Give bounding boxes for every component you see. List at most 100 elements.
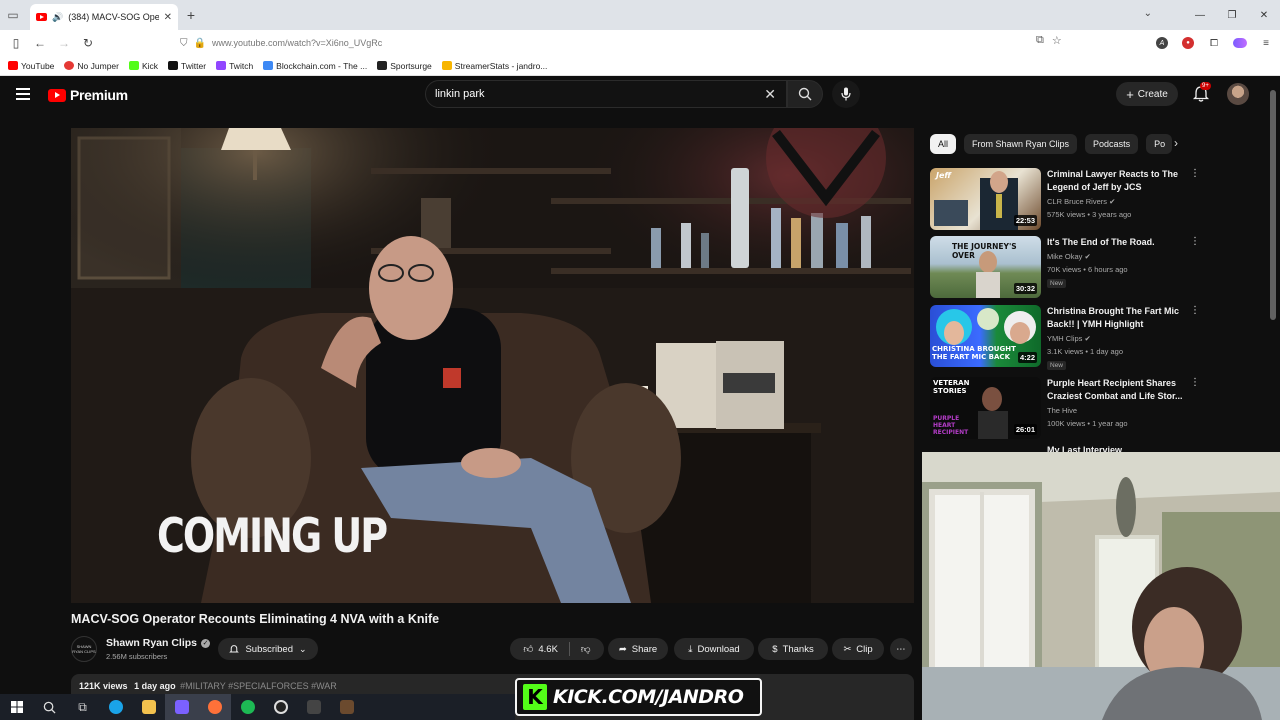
recommendation-thumbnail[interactable]: VETERAN STORIES PURPLE HEART RECIPIENT 2… [930, 377, 1041, 439]
like-divider [568, 642, 570, 656]
taskbar-search-icon[interactable] [33, 694, 66, 720]
page-scrollbar[interactable] [1270, 90, 1276, 320]
lock-icon[interactable]: 🔒 [194, 38, 206, 49]
profile-extension-icon[interactable]: A [1152, 33, 1172, 53]
recommendation-title[interactable]: It's The End of The Road. [1047, 236, 1185, 249]
clear-search-icon[interactable]: ✕ [764, 86, 776, 103]
bookmark-streamerstats[interactable]: StreamerStats - jandro... [441, 61, 547, 71]
edge-app-icon[interactable] [99, 694, 132, 720]
bookmark-no-jumper[interactable]: No Jumper [64, 61, 119, 71]
firefox-app-icon[interactable] [198, 694, 231, 720]
hashtags[interactable]: #MILITARY #SPECIALFORCES #WAR [180, 681, 337, 691]
recommendation-thumbnail[interactable]: CHRISTINA BROUGHT THE FART MIC BACK 4:22 [930, 305, 1041, 367]
tab-close-icon[interactable]: ✕ [164, 12, 172, 23]
menu-icon[interactable] [16, 88, 30, 103]
browser-tab-active[interactable]: 🔊 (384) MACV-SOG Operator ✕ [30, 4, 178, 30]
video-player[interactable]: COMING UP [71, 128, 914, 603]
sportsurge-bookmark-icon [377, 61, 388, 70]
chip-partial[interactable]: Po [1146, 134, 1173, 154]
create-label: Create [1137, 88, 1168, 100]
chip-podcasts[interactable]: Podcasts [1085, 134, 1139, 154]
chip-from-channel[interactable]: From Shawn Ryan Clips [964, 134, 1078, 154]
rl-app-icon[interactable] [330, 694, 363, 720]
recommendation-item[interactable]: CHRISTINA BROUGHT THE FART MIC BACK 4:22… [930, 305, 1200, 370]
bookmark-twitch[interactable]: Twitch [216, 61, 253, 71]
file-explorer-icon[interactable] [132, 694, 165, 720]
tab-actions-icon[interactable]: ▭ [0, 0, 26, 30]
recommendation-stats: 70K views • 6 hours ago [1047, 265, 1128, 274]
recommendation-item[interactable]: VETERAN STORIES PURPLE HEART RECIPIENT 2… [930, 377, 1200, 441]
tracking-shield-icon[interactable]: ⛉ [180, 38, 188, 49]
recommendation-title[interactable]: Christina Brought The Fart Mic Back!! | … [1047, 305, 1185, 331]
subscribed-button[interactable]: Subscribed ⌄ [218, 638, 318, 660]
extensions-puzzle-icon[interactable]: ⧠ [1204, 33, 1224, 53]
download-button[interactable]: ⤓ Download [674, 638, 754, 660]
obs-app-icon[interactable] [264, 694, 297, 720]
chevron-down-icon: ⌄ [298, 643, 307, 654]
bookmark-youtube[interactable]: YouTube [8, 61, 54, 71]
more-vertical-icon[interactable]: ⋮ [1190, 305, 1200, 316]
download-label: Download [697, 643, 740, 655]
like-button[interactable]: 👍︎ 4.6K [523, 643, 557, 656]
account-avatar[interactable] [1227, 83, 1249, 105]
bookmark-kick[interactable]: Kick [128, 61, 158, 71]
recommendation-title[interactable]: Criminal Lawyer Reacts to The Legend of … [1047, 168, 1185, 194]
refresh-button[interactable]: ↻ [76, 30, 100, 56]
more-vertical-icon[interactable]: ⋮ [1190, 377, 1200, 388]
kick-bookmark-icon [128, 61, 139, 70]
favorite-star-icon[interactable]: ☆ [1052, 34, 1062, 47]
thanks-button[interactable]: $ Thanks [758, 638, 828, 660]
chip-all[interactable]: All [930, 134, 957, 154]
bookmark-sportsurge[interactable]: Sportsurge [377, 61, 432, 71]
search-input[interactable]: linkin park ✕ [425, 80, 787, 108]
sidebar-toggle-icon[interactable]: ▯ [4, 30, 28, 56]
clip-button[interactable]: ✂ Clip [832, 638, 884, 660]
bookmark-twitter[interactable]: Twitter [168, 61, 206, 71]
channel-name-row[interactable]: Shawn Ryan Clips ✓ [106, 637, 211, 649]
x-app-icon[interactable] [297, 694, 330, 720]
tab-search-chevron-icon[interactable]: ⌄ [1144, 8, 1152, 19]
thumbs-down-icon: 👎︎ [580, 644, 591, 655]
more-vertical-icon[interactable]: ⋮ [1190, 168, 1200, 179]
chips-next-arrow-icon[interactable]: › [1174, 136, 1178, 150]
start-button[interactable] [0, 694, 33, 720]
minimize-button[interactable]: — [1184, 0, 1216, 30]
recommendation-channel[interactable]: The Hive [1047, 405, 1077, 416]
forward-button[interactable]: → [52, 30, 76, 56]
search-button[interactable] [787, 80, 823, 108]
task-view-icon[interactable]: ⧉ [66, 694, 99, 720]
more-actions-button[interactable]: ⋯ [890, 638, 912, 660]
channel-avatar[interactable]: SHAWN RYAN CLIPS [71, 636, 97, 662]
more-vertical-icon[interactable]: ⋮ [1190, 236, 1200, 247]
share-button[interactable]: ➦ Share [608, 638, 668, 660]
voice-search-button[interactable] [832, 80, 860, 108]
recommendation-item[interactable]: THE JOURNEY'S OVER 30:32 It's The End of… [930, 236, 1200, 300]
adblock-extension-icon[interactable]: ● [1178, 33, 1198, 53]
recommendation-channel[interactable]: Mike Okay ✔ [1047, 251, 1091, 262]
discord-app-icon[interactable] [165, 694, 198, 720]
close-window-button[interactable]: ✕ [1248, 0, 1280, 30]
youtube-bookmark-icon [8, 61, 18, 70]
immersive-reader-icon[interactable]: ⧉ [1036, 34, 1044, 47]
no-jumper-bookmark-icon [64, 61, 75, 70]
back-button[interactable]: ← [28, 30, 52, 56]
recommendation-channel[interactable]: YMH Clips ✔ [1047, 333, 1091, 344]
youtube-premium-logo[interactable]: Premium [48, 87, 128, 103]
recommendation-channel[interactable]: CLR Bruce Rivers ✔ [1047, 196, 1115, 207]
url-field[interactable]: ⛉ 🔒 www.youtube.com/watch?v=Xi6no_UVgRc [180, 32, 1070, 54]
dislike-button[interactable]: 👎︎ [581, 643, 591, 655]
kick-url-text: KICK.COM/JANDRO [553, 686, 744, 708]
copilot-icon[interactable] [1230, 33, 1250, 53]
spotify-app-icon[interactable] [231, 694, 264, 720]
recommendation-item[interactable]: Jeff 22:53 Criminal Lawyer Reacts to The… [930, 168, 1200, 232]
recommendation-title[interactable]: Purple Heart Recipient Shares Craziest C… [1047, 377, 1185, 403]
recommendation-thumbnail[interactable]: THE JOURNEY'S OVER 30:32 [930, 236, 1041, 298]
bookmark-blockchain[interactable]: Blockchain.com - The ... [263, 61, 367, 71]
speaker-icon[interactable]: 🔊 [52, 12, 63, 23]
create-button[interactable]: + Create [1116, 82, 1178, 106]
recommendation-thumbnail[interactable]: Jeff 22:53 [930, 168, 1041, 230]
new-tab-button[interactable]: + [178, 7, 204, 23]
extensions-area: A ● ⧠ ≡ [1152, 30, 1276, 56]
browser-menu-icon[interactable]: ≡ [1256, 33, 1276, 53]
restore-button[interactable]: ❐ [1216, 0, 1248, 30]
